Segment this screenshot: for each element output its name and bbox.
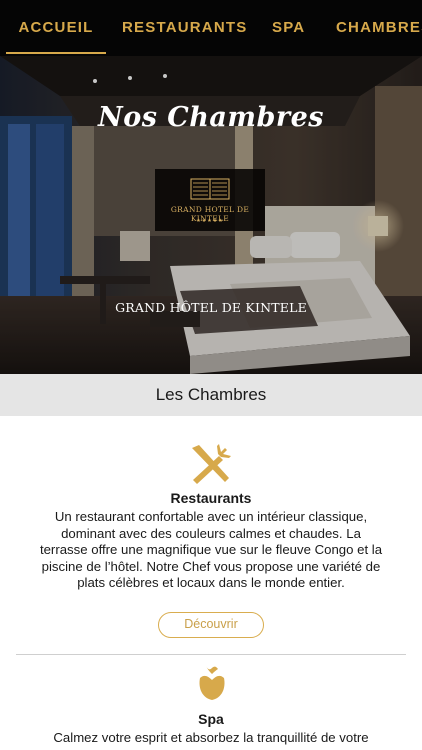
card-title-spa: Spa [198,711,224,727]
logo-stars: ★★★★★ [196,218,224,224]
hero-title: Nos Chambres [98,102,324,133]
hero-banner: Nos Chambres GRAND HOTEL DE KINTELE ★★★★… [0,56,422,374]
hotel-logo: GRAND HOTEL DE KINTELE ★★★★★ [155,169,265,231]
top-nav: ACCUEIL RESTAURANTS SPA CHAMBRES [0,0,422,56]
section-header: Les Chambres [0,374,422,416]
tab-restaurants[interactable]: RESTAURANTS [122,0,247,52]
rose-icon [199,666,225,700]
card-divider [16,654,406,655]
card-text-restaurants: Un restaurant confortable avec un intéri… [39,509,383,590]
card-title-restaurants: Restaurants [170,490,252,506]
hero-subtitle: GRAND HÔTEL DE KINTELE [115,300,307,315]
card-text-spa: Calmez votre esprit et absorbez la tranq… [53,730,369,745]
discover-button[interactable]: Découvrir [158,612,264,638]
tab-chambres[interactable]: CHAMBRES [336,0,422,52]
fork-knife-icon [192,444,231,484]
hotel-logo-icon [190,178,230,200]
tab-accueil[interactable]: ACCUEIL [6,0,106,54]
tab-spa[interactable]: SPA [272,0,305,52]
